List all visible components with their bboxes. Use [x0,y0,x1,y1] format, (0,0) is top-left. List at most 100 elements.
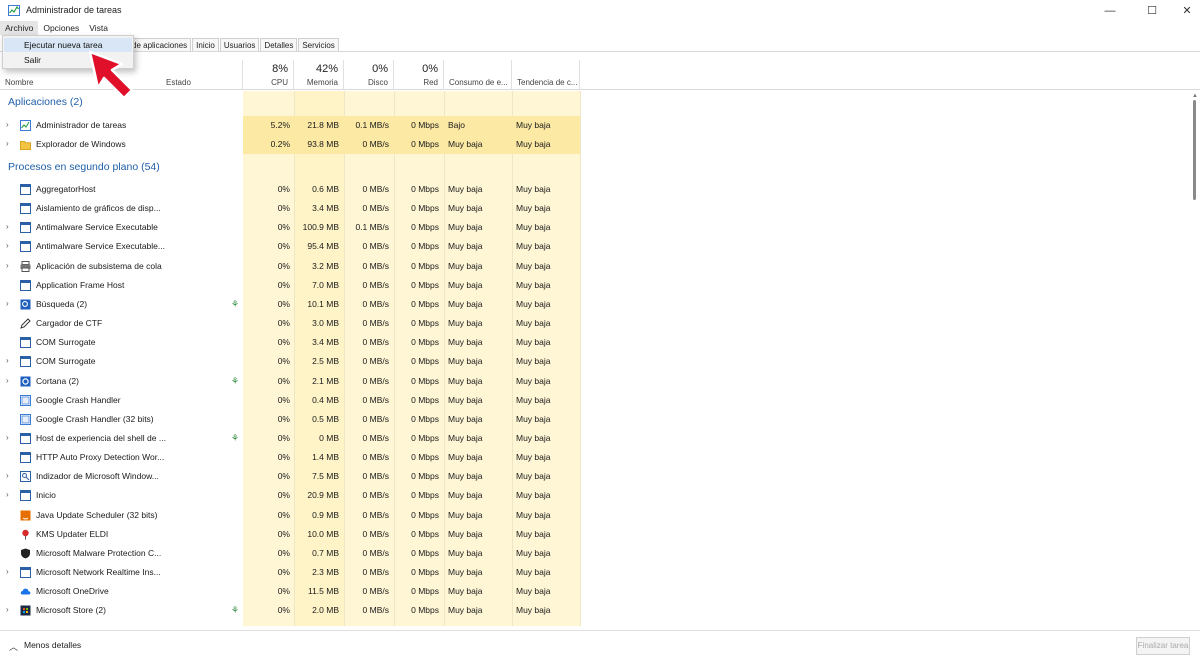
process-name: Aplicación de subsistema de cola [36,260,162,271]
power-trend-value: Muy baja [516,413,551,424]
cpu-value: 0% [277,279,290,290]
table-row[interactable]: COM Surrogate 0% 3.4 MB 0 MB/s 0 Mbps Muy baj… [0,333,1190,352]
cpu-value: 0% [277,413,290,424]
window-icon [20,337,31,349]
window-icon [20,567,31,578]
table-row[interactable]: › COM Surrogate 0% 2.5 MB 0 MB/s 0 Mbps Muy ba… [0,352,1190,371]
table-row[interactable]: › Aplicación de subsistema de cola 0% 3.2 M… [0,257,1190,276]
expand-chevron-icon[interactable]: › [6,222,9,231]
memory-value: 10.1 MB [307,298,339,309]
power-usage-value: Muy baja [448,509,483,520]
expand-chevron-icon[interactable]: › [6,490,9,499]
network-value: 0 Mbps [411,139,439,150]
table-row[interactable]: Aislamiento de gráficos de disp... 0% 3.4 … [0,199,1190,218]
table-row[interactable]: Application Frame Host 0% 7.0 MB 0 MB/s 0 Mb… [0,276,1190,295]
store-icon [20,605,31,616]
table-row[interactable]: HTTP Auto Proxy Detection Wor... 0% 1.4 MB… [0,448,1190,467]
window-icon [20,490,31,502]
expand-chevron-icon[interactable]: › [6,471,9,480]
expand-chevron-icon[interactable]: › [6,356,9,365]
memory-value: 11.5 MB [307,586,339,597]
table-row[interactable]: Java Update Scheduler (32 bits) 0% 0.9 MB 0… [0,506,1190,525]
expand-chevron-icon[interactable]: › [6,261,9,270]
network-value: 0 Mbps [411,547,439,558]
table-row[interactable]: Microsoft OneDrive 0% 11.5 MB 0 MB/s 0 Mbps M… [0,582,1190,601]
process-name: Cargador de CTF [36,318,103,329]
expand-chevron-icon[interactable]: › [6,433,9,442]
process-name: Explorador de Windows [36,139,126,150]
expand-chevron-icon[interactable]: › [6,139,9,148]
group-header-apps[interactable]: Aplicaciones (2) [0,96,1190,115]
tab-users[interactable]: Usuarios [219,38,260,51]
close-button[interactable]: ✕ [1167,0,1200,21]
table-row[interactable]: KMS Updater ELDI 0% 10.0 MB 0 MB/s 0 Mbps Muy… [0,525,1190,544]
table-row[interactable]: AggregatorHost 0% 0.6 MB 0 MB/s 0 Mbps Muy ba… [0,180,1190,199]
process-name: Host de experiencia del shell de ... [36,432,166,443]
column-memory[interactable]: 42% Memoria [294,60,344,90]
table-row[interactable]: › Microsoft Store (2) ⚘ 0% 2.0 MB 0 MB/s 0 Mbp… [0,601,1190,620]
column-disk-label: Disco [367,78,388,87]
table-row[interactable]: › Inicio 0% 20.9 MB 0 MB/s 0 Mbps Muy baja Muy … [0,486,1190,505]
table-row[interactable]: › Microsoft Network Realtime Ins... 0% 2.3 … [0,563,1190,582]
cpu-value: 0% [277,203,290,214]
power-usage-value: Muy baja [448,471,483,482]
process-list: Aplicaciones (2) Procesos en segundo pla… [0,91,1190,626]
expand-chevron-icon[interactable]: › [6,299,9,308]
disk-value: 0 MB/s [362,356,389,367]
expand-chevron-icon[interactable]: › [6,241,9,250]
cpu-value: 0% [277,260,290,271]
column-disk[interactable]: 0% Disco [344,60,394,90]
chevron-up-icon[interactable]: ︿ [9,640,18,653]
table-row[interactable]: › Host de experiencia del shell de ... ⚘ 0%… [0,429,1190,448]
table-row[interactable]: › Explorador de Windows 0.2% 93.8 MB 0 MB/s 0… [0,135,1190,155]
minimize-button[interactable]: — [1090,0,1130,21]
table-row[interactable]: › Búsqueda (2) ⚘ 0% 10.1 MB 0 MB/s 0 Mbps Muy b… [0,295,1190,314]
disk-value: 0 MB/s [362,375,389,386]
disk-value: 0 MB/s [362,586,389,597]
menu-options[interactable]: Opciones [38,21,84,35]
scrollbar-thumb[interactable] [1193,100,1196,200]
disk-value: 0 MB/s [362,279,389,290]
column-status[interactable]: Estado [161,60,243,90]
column-power-trend-label: Tendencia de c... [517,78,578,87]
memory-value: 93.8 MB [307,139,339,150]
table-row[interactable]: › Antimalware Service Executable 0% 100.9 M… [0,218,1190,237]
table-row[interactable]: Microsoft Malware Protection C... 0% 0.7 M… [0,544,1190,563]
tab-details[interactable]: Detalles [260,38,298,51]
table-row[interactable]: › Indizador de Microsoft Window... 0% 7.5 M… [0,467,1190,486]
process-name: Cortana (2) [36,375,79,386]
disk-value: 0 MB/s [362,528,389,539]
scroll-up-arrow-icon[interactable]: ▲ [1192,93,1198,99]
end-task-button[interactable]: Finalizar tarea [1136,637,1190,655]
table-row[interactable]: Google Crash Handler (32 bits) 0% 0.5 MB 0 … [0,410,1190,429]
column-name-label: Nombre [5,78,34,87]
network-value: 0 Mbps [411,337,439,348]
expand-chevron-icon[interactable]: › [6,605,9,614]
cpu-value: 0% [277,375,290,386]
column-power-trend[interactable]: Tendencia de c... [512,60,580,90]
process-name: Java Update Scheduler (32 bits) [36,509,158,520]
column-cpu[interactable]: 8% CPU [243,60,294,90]
window-icon [20,222,31,234]
table-row[interactable]: › Administrador de tareas 5.2% 21.8 MB 0.1 M… [0,116,1190,135]
table-row[interactable]: Cargador de CTF 0% 3.0 MB 0 MB/s 0 Mbps Muy b… [0,314,1190,333]
fewer-details-link[interactable]: Menos detalles [24,640,81,650]
expand-chevron-icon[interactable]: › [6,120,9,129]
table-row[interactable]: Google Crash Handler 0% 0.4 MB 0 MB/s 0 Mbps… [0,391,1190,410]
tab-startup[interactable]: Inicio [192,38,219,51]
column-network[interactable]: 0% Red [394,60,444,90]
disk-value: 0 MB/s [362,432,389,443]
column-power-usage[interactable]: Consumo de e... [444,60,512,90]
maximize-button[interactable]: ☐ [1132,0,1172,21]
menu-file[interactable]: Archivo [0,21,39,35]
power-trend-value: Muy baja [516,509,551,520]
tab-services[interactable]: Servicios [298,38,339,51]
expand-chevron-icon[interactable]: › [6,567,9,576]
group-header-background[interactable]: Procesos en segundo plano (54) [0,161,1190,180]
expand-chevron-icon[interactable]: › [6,376,9,385]
table-row[interactable]: › Antimalware Service Executable... 0% 95.4… [0,237,1190,256]
table-row[interactable]: › Cortana (2) ⚘ 0% 2.1 MB 0 MB/s 0 Mbps Muy baj… [0,372,1190,391]
menu-view[interactable]: Vista [84,21,113,35]
disk-value: 0 MB/s [362,139,389,150]
power-usage-value: Muy baja [448,356,483,367]
